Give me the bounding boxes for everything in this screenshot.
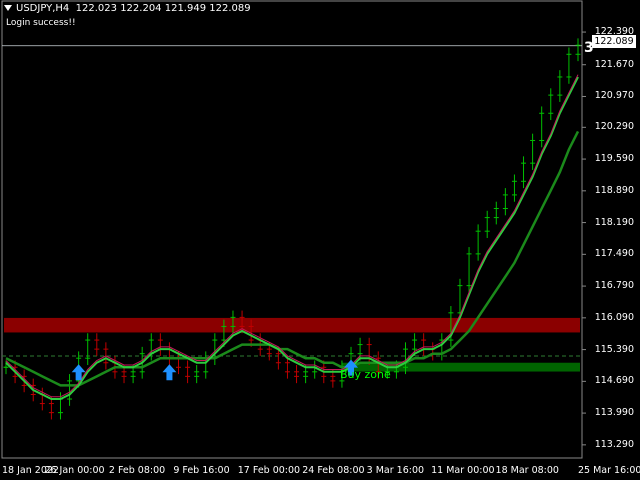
price-tick-label: 119.590 (594, 153, 634, 165)
resistance-zone (4, 317, 580, 333)
time-tick-label: 3 Mar 16:00 (366, 465, 425, 476)
price-tick-label: 122.390 (594, 26, 634, 38)
chart-header: USDJPY,H4 122.023 122.204 121.949 122.08… (4, 3, 251, 14)
price-tick-label: 120.290 (594, 121, 634, 133)
ohlc-values: 122.023 122.204 121.949 122.089 (75, 3, 251, 14)
price-tick-label: 113.990 (594, 407, 634, 419)
price-chart[interactable]: USDJPY,H4 122.023 122.204 121.949 122.08… (0, 0, 640, 480)
signal-line (5, 74, 579, 398)
symbol-timeframe: USDJPY,H4 (16, 3, 70, 14)
time-tick-label: 25 Mar 16:00 (578, 465, 640, 476)
price-tick-label: 115.390 (594, 343, 634, 355)
time-tick-label: 2 Feb 08:00 (108, 465, 166, 476)
dropdown-triangle-icon[interactable] (4, 5, 12, 11)
price-tick-label: 121.670 (594, 58, 634, 70)
price-tick-label: 120.970 (594, 90, 634, 102)
price-tick-label: 116.090 (594, 311, 634, 323)
time-tick-label: 24 Feb 08:00 (302, 465, 365, 476)
buy-zone-label: Buy zone (340, 368, 391, 381)
time-tick-label: 11 Mar 00:00 (431, 465, 495, 476)
buy-arrow-icon (162, 364, 177, 381)
price-tick-label: 114.690 (594, 375, 634, 387)
price-tick-label: 113.290 (594, 438, 634, 450)
slow-moving-average (5, 130, 580, 387)
price-tick-label: 117.490 (594, 248, 634, 260)
signal-count-marker: 3 (584, 40, 594, 56)
price-tick-label: 116.790 (594, 280, 634, 292)
chart-canvas[interactable] (0, 0, 640, 480)
time-tick-label: 18 Mar 08:00 (495, 465, 559, 476)
price-tick-label: 118.890 (594, 184, 634, 196)
chart-frame (1, 0, 583, 459)
time-tick-label: 26 Jan 00:00 (44, 465, 105, 476)
time-tick-label: 9 Feb 16:00 (173, 465, 230, 476)
status-message: Login success!! (6, 18, 76, 28)
price-tick-label: 118.190 (594, 216, 634, 228)
time-tick-label: 17 Feb 00:00 (237, 465, 301, 476)
